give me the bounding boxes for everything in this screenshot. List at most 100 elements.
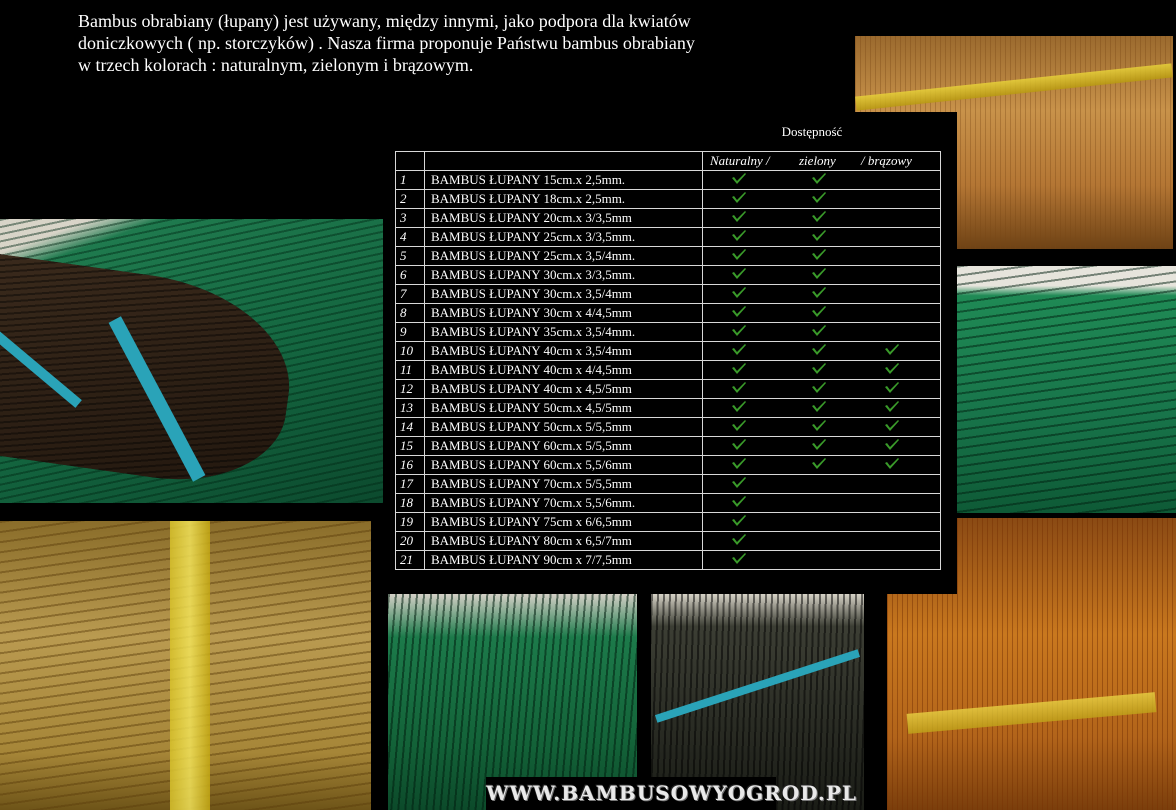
brown-check-icon (884, 381, 900, 396)
table-row: 21 BAMBUS ŁUPANY 90cm x 7/7,5mm (395, 550, 941, 570)
brown-check-icon (884, 343, 900, 358)
availability-table: Naturalny / zielony / brązowy 1 BAMBUS ŁU… (395, 151, 941, 570)
availability-title: Dostępność (781, 124, 843, 139)
natural-check-icon (731, 400, 747, 415)
green-check-icon (811, 343, 827, 358)
table-row: 8 BAMBUS ŁUPANY 30cm x 4/4,5mm (395, 303, 941, 323)
natural-check-icon (731, 210, 747, 225)
row-number: 9 (395, 322, 425, 342)
availability-cell (702, 303, 941, 323)
header-availability-cell: Naturalny / zielony / brązowy (702, 151, 941, 171)
brown-check-icon (884, 438, 900, 453)
row-number: 16 (395, 455, 425, 475)
row-number: 5 (395, 246, 425, 266)
product-name: BAMBUS ŁUPANY 50cm.x 4,5/5mm (424, 398, 703, 418)
green-check-icon (811, 381, 827, 396)
availability-cell (702, 493, 941, 513)
availability-cell (702, 512, 941, 532)
product-name: BAMBUS ŁUPANY 50cm.x 5/5,5mm (424, 417, 703, 437)
table-row: 10 BAMBUS ŁUPANY 40cm x 3,5/4mm (395, 341, 941, 361)
product-name: BAMBUS ŁUPANY 70cm.x 5,5/6mm. (424, 493, 703, 513)
product-name: BAMBUS ŁUPANY 25cm.x 3/3,5mm. (424, 227, 703, 247)
availability-cell (702, 474, 941, 494)
product-name: BAMBUS ŁUPANY 40cm x 4/4,5mm (424, 360, 703, 380)
availability-cell (702, 531, 941, 551)
table-row: 12 BAMBUS ŁUPANY 40cm x 4,5/5mm (395, 379, 941, 399)
product-name: BAMBUS ŁUPANY 15cm.x 2,5mm. (424, 170, 703, 190)
natural-check-icon (731, 305, 747, 320)
row-number: 14 (395, 417, 425, 437)
row-number: 15 (395, 436, 425, 456)
natural-check-icon (731, 438, 747, 453)
natural-check-icon (731, 324, 747, 339)
green-check-icon (811, 400, 827, 415)
green-check-icon (811, 305, 827, 320)
natural-check-icon (731, 457, 747, 472)
header-brown: / brązowy (861, 153, 912, 168)
natural-check-icon (731, 514, 747, 529)
product-name: BAMBUS ŁUPANY 40cm x 4,5/5mm (424, 379, 703, 399)
availability-cell (702, 189, 941, 209)
green-bamboo-photo (955, 266, 1176, 513)
product-name: BAMBUS ŁUPANY 40cm x 3,5/4mm (424, 341, 703, 361)
natural-bamboo-bundle-photo (0, 521, 371, 810)
green-check-icon (811, 191, 827, 206)
brown-check-icon (884, 362, 900, 377)
availability-cell (702, 455, 941, 475)
row-number: 20 (395, 531, 425, 551)
row-number: 19 (395, 512, 425, 532)
row-number: 13 (395, 398, 425, 418)
green-check-icon (811, 248, 827, 263)
product-name: BAMBUS ŁUPANY 75cm x 6/6,5mm (424, 512, 703, 532)
availability-cell (702, 170, 941, 190)
row-number: 10 (395, 341, 425, 361)
natural-check-icon (731, 343, 747, 358)
intro-text: Bambus obrabiany (łupany) jest używany, … (78, 11, 695, 75)
table-row: 1 BAMBUS ŁUPANY 15cm.x 2,5mm. (395, 170, 941, 190)
product-name: BAMBUS ŁUPANY 60cm.x 5,5/6mm (424, 455, 703, 475)
natural-check-icon (731, 172, 747, 187)
row-number: 6 (395, 265, 425, 285)
green-check-icon (811, 229, 827, 244)
table-row: 4 BAMBUS ŁUPANY 25cm.x 3/3,5mm. (395, 227, 941, 247)
availability-cell (702, 284, 941, 304)
header-num-cell (395, 151, 425, 171)
natural-check-icon (731, 476, 747, 491)
natural-check-icon (731, 419, 747, 434)
natural-check-icon (731, 381, 747, 396)
table-row: 20 BAMBUS ŁUPANY 80cm x 6,5/7mm (395, 531, 941, 551)
table-row: 7 BAMBUS ŁUPANY 30cm.x 3,5/4mm (395, 284, 941, 304)
green-check-icon (811, 457, 827, 472)
natural-check-icon (731, 362, 747, 377)
table-row: 16 BAMBUS ŁUPANY 60cm.x 5,5/6mm (395, 455, 941, 475)
availability-cell (702, 550, 941, 570)
table-row: 3 BAMBUS ŁUPANY 20cm.x 3/3,5mm (395, 208, 941, 228)
availability-cell (702, 379, 941, 399)
product-name: BAMBUS ŁUPANY 60cm.x 5/5,5mm (424, 436, 703, 456)
natural-check-icon (731, 286, 747, 301)
product-name: BAMBUS ŁUPANY 18cm.x 2,5mm. (424, 189, 703, 209)
green-check-icon (811, 419, 827, 434)
product-name: BAMBUS ŁUPANY 70cm.x 5/5,5mm (424, 474, 703, 494)
table-row: 5 BAMBUS ŁUPANY 25cm.x 3,5/4mm. (395, 246, 941, 266)
row-number: 2 (395, 189, 425, 209)
product-name: BAMBUS ŁUPANY 30cm.x 3,5/4mm (424, 284, 703, 304)
table-row: 13 BAMBUS ŁUPANY 50cm.x 4,5/5mm (395, 398, 941, 418)
green-check-icon (811, 362, 827, 377)
natural-check-icon (731, 191, 747, 206)
row-number: 17 (395, 474, 425, 494)
green-check-icon (811, 267, 827, 282)
availability-cell (702, 417, 941, 437)
row-number: 11 (395, 360, 425, 380)
row-number: 3 (395, 208, 425, 228)
availability-cell (702, 360, 941, 380)
header-natural: Naturalny / (710, 153, 770, 168)
table-row: 17 BAMBUS ŁUPANY 70cm.x 5/5,5mm (395, 474, 941, 494)
availability-cell (702, 341, 941, 361)
availability-cell (702, 322, 941, 342)
availability-cell (702, 227, 941, 247)
natural-check-icon (731, 533, 747, 548)
product-name: BAMBUS ŁUPANY 35cm.x 3,5/4mm. (424, 322, 703, 342)
header-green: zielony (799, 153, 836, 168)
availability-cell (702, 246, 941, 266)
